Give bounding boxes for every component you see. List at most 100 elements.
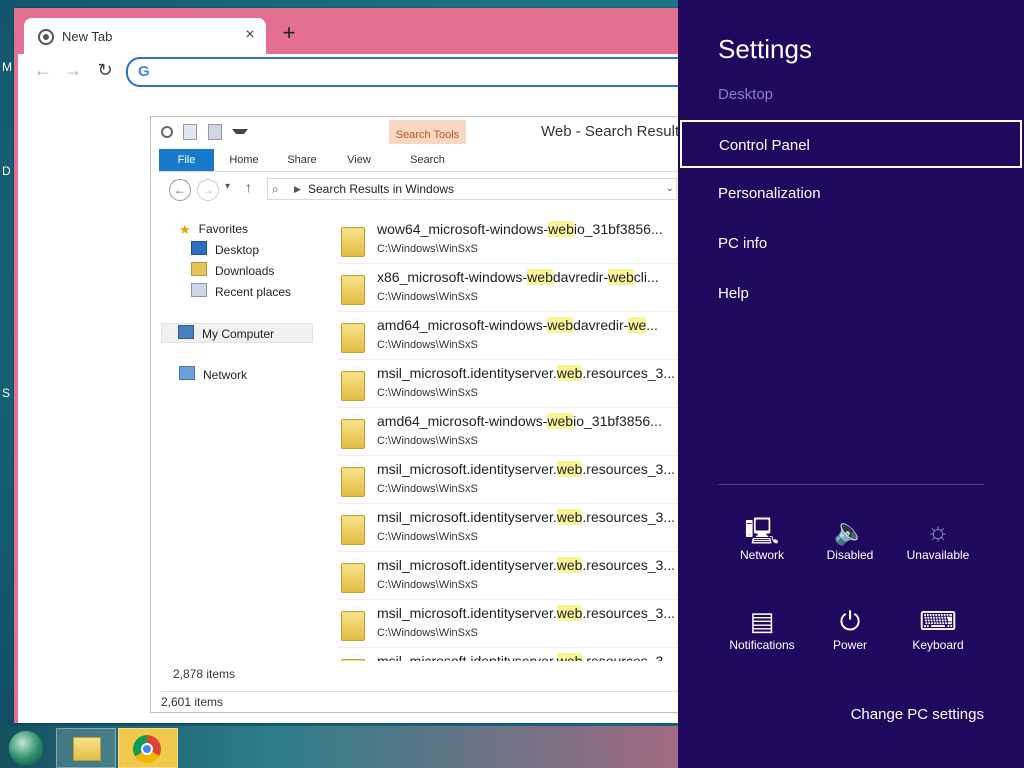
file-path: C:\Windows\WinSxS xyxy=(377,387,478,399)
file-row[interactable]: x86_microsoft-windows-webdavredir-webcli… xyxy=(337,263,681,312)
search-tools-context-tab: Search Tools xyxy=(389,120,466,144)
network-icon xyxy=(179,366,195,380)
settings-context-label: Desktop xyxy=(718,86,774,103)
ribbon-tabs: File Home Share View Search xyxy=(159,149,679,172)
star-icon: ★ xyxy=(179,222,191,237)
settings-link-control-panel[interactable]: Control Panel xyxy=(680,120,1022,168)
file-name: wow64_microsoft-windows-webio_31bf3856..… xyxy=(377,221,663,237)
new-folder-icon[interactable] xyxy=(207,123,222,140)
nav-my-computer[interactable]: My Computer xyxy=(161,323,313,343)
address-text: Search Results in Windows xyxy=(308,182,455,196)
file-row[interactable]: msil_microsoft.identityserver.web.resour… xyxy=(337,359,681,408)
google-icon: G xyxy=(138,63,150,80)
file-name: amd64_microsoft-windows-webdavredir-we..… xyxy=(377,317,658,333)
chevron-down-icon[interactable]: ⌄ xyxy=(666,179,674,199)
quick-setting-brightness[interactable]: ☼ Unavailable xyxy=(894,514,982,562)
quick-setting-volume[interactable]: 🔈 Disabled xyxy=(806,514,894,562)
file-path: C:\Windows\WinSxS xyxy=(377,483,478,495)
tab-close-icon[interactable]: × xyxy=(240,26,260,44)
omnibox[interactable]: G xyxy=(126,57,710,87)
search-results-icon: ⌕ xyxy=(272,182,279,196)
taskbar-file-explorer-button[interactable] xyxy=(56,728,116,768)
omnibox-input[interactable] xyxy=(160,62,684,82)
file-path: C:\Windows\WinSxS xyxy=(377,435,478,447)
start-button[interactable] xyxy=(8,730,44,766)
file-path: C:\Windows\WinSxS xyxy=(377,627,478,639)
file-row[interactable]: wow64_microsoft-windows-webio_31bf3856..… xyxy=(337,215,681,264)
quick-setting-power[interactable]: ⏻ Power xyxy=(806,604,894,652)
tab-search[interactable]: Search xyxy=(389,149,466,171)
file-row[interactable]: msil_microsoft.identityserver.web.resour… xyxy=(337,647,681,661)
folder-icon xyxy=(341,659,365,661)
folder-icon xyxy=(341,275,365,305)
nav-downloads[interactable]: Downloads xyxy=(191,261,274,281)
change-pc-settings-link[interactable]: Change PC settings xyxy=(851,706,984,723)
taskbar xyxy=(0,726,678,768)
quick-setting-network[interactable]: 🖳 Network xyxy=(718,514,806,562)
folder-icon xyxy=(341,419,365,449)
properties-icon[interactable] xyxy=(183,123,198,140)
power-icon: ⏻ xyxy=(839,606,861,636)
quick-access-toolbar xyxy=(161,123,254,141)
nav-recent-places[interactable]: Recent places xyxy=(191,282,291,302)
new-tab-button[interactable]: + xyxy=(278,22,300,44)
notifications-icon: ▤ xyxy=(749,606,775,636)
chrome-favicon-icon xyxy=(38,29,54,45)
reload-icon[interactable]: ↻ xyxy=(94,60,116,81)
file-row[interactable]: msil_microsoft.identityserver.web.resour… xyxy=(337,503,681,552)
tab-view[interactable]: View xyxy=(335,149,383,171)
nav-favorites[interactable]: ★ Favorites xyxy=(179,219,248,239)
back-icon[interactable]: ← xyxy=(32,60,54,81)
file-name: msil_microsoft.identityserver.web.resour… xyxy=(377,461,676,477)
quick-setting-notifications[interactable]: ▤ Notifications xyxy=(718,604,806,652)
breadcrumb-arrow-icon[interactable]: ▶ xyxy=(294,179,301,199)
folder-icon xyxy=(73,737,101,761)
folder-icon xyxy=(341,563,365,593)
file-path: C:\Windows\WinSxS xyxy=(377,531,478,543)
tab-file[interactable]: File xyxy=(159,149,214,171)
taskbar-chrome-button[interactable] xyxy=(118,728,178,768)
keyboard-icon: ⌨ xyxy=(919,606,957,636)
inner-item-count: 2,878 items xyxy=(173,667,236,681)
quick-setting-keyboard[interactable]: ⌨ Keyboard xyxy=(894,604,982,652)
file-path: C:\Windows\WinSxS xyxy=(377,339,478,351)
up-icon[interactable]: ↑ xyxy=(245,179,252,195)
forward-icon[interactable]: → xyxy=(62,60,84,81)
file-name: msil_microsoft.identityserver.web.resour… xyxy=(377,557,676,573)
brightness-icon: ☼ xyxy=(926,516,950,546)
file-path: C:\Windows\WinSxS xyxy=(377,243,478,255)
settings-link-help[interactable]: Help xyxy=(680,270,1022,318)
file-name: x86_microsoft-windows-webdavredir-webcli… xyxy=(377,269,659,285)
settings-link-personalization[interactable]: Personalization xyxy=(680,170,1022,218)
explorer-window-title: Web - Search Results xyxy=(541,123,682,140)
file-row[interactable]: msil_microsoft.identityserver.web.resour… xyxy=(337,551,681,600)
nav-network[interactable]: Network xyxy=(179,365,247,385)
address-row: ← → ▾ ↑ ⌕ ▶ Search Results in Windows ⌄ xyxy=(159,177,679,203)
speaker-icon: 🔈 xyxy=(833,516,867,546)
chrome-tab-new-tab[interactable]: New Tab × xyxy=(24,18,266,56)
settings-divider xyxy=(718,484,984,485)
file-name: msil_microsoft.identityserver.web.resour… xyxy=(377,509,676,525)
desktop-edge-text-2: D xyxy=(2,164,11,178)
desktop-edge-text-3: S xyxy=(2,386,11,400)
forward-icon[interactable]: → xyxy=(197,179,219,201)
settings-link-pc-info[interactable]: PC info xyxy=(680,220,1022,268)
nav-desktop[interactable]: Desktop xyxy=(191,240,259,260)
recent-locations-icon[interactable]: ▾ xyxy=(225,181,230,192)
folder-icon xyxy=(341,323,365,353)
address-bar[interactable]: ⌕ ▶ Search Results in Windows ⌄ xyxy=(267,178,677,200)
folder-icon xyxy=(341,371,365,401)
recent-places-icon xyxy=(191,283,207,297)
tab-home[interactable]: Home xyxy=(219,149,269,171)
file-row[interactable]: msil_microsoft.identityserver.web.resour… xyxy=(337,455,681,504)
file-row[interactable]: amd64_microsoft-windows-webdavredir-we..… xyxy=(337,311,681,360)
file-row[interactable]: msil_microsoft.identityserver.web.resour… xyxy=(337,599,681,648)
search-icon[interactable] xyxy=(161,125,173,138)
file-row[interactable]: amd64_microsoft-windows-webio_31bf3856..… xyxy=(337,407,681,456)
toolbar-dropdown-icon[interactable] xyxy=(232,129,249,135)
chrome-icon xyxy=(133,735,161,763)
back-icon[interactable]: ← xyxy=(169,179,191,201)
desktop-icon xyxy=(191,241,207,255)
folder-icon xyxy=(341,611,365,641)
tab-share[interactable]: Share xyxy=(277,149,327,171)
